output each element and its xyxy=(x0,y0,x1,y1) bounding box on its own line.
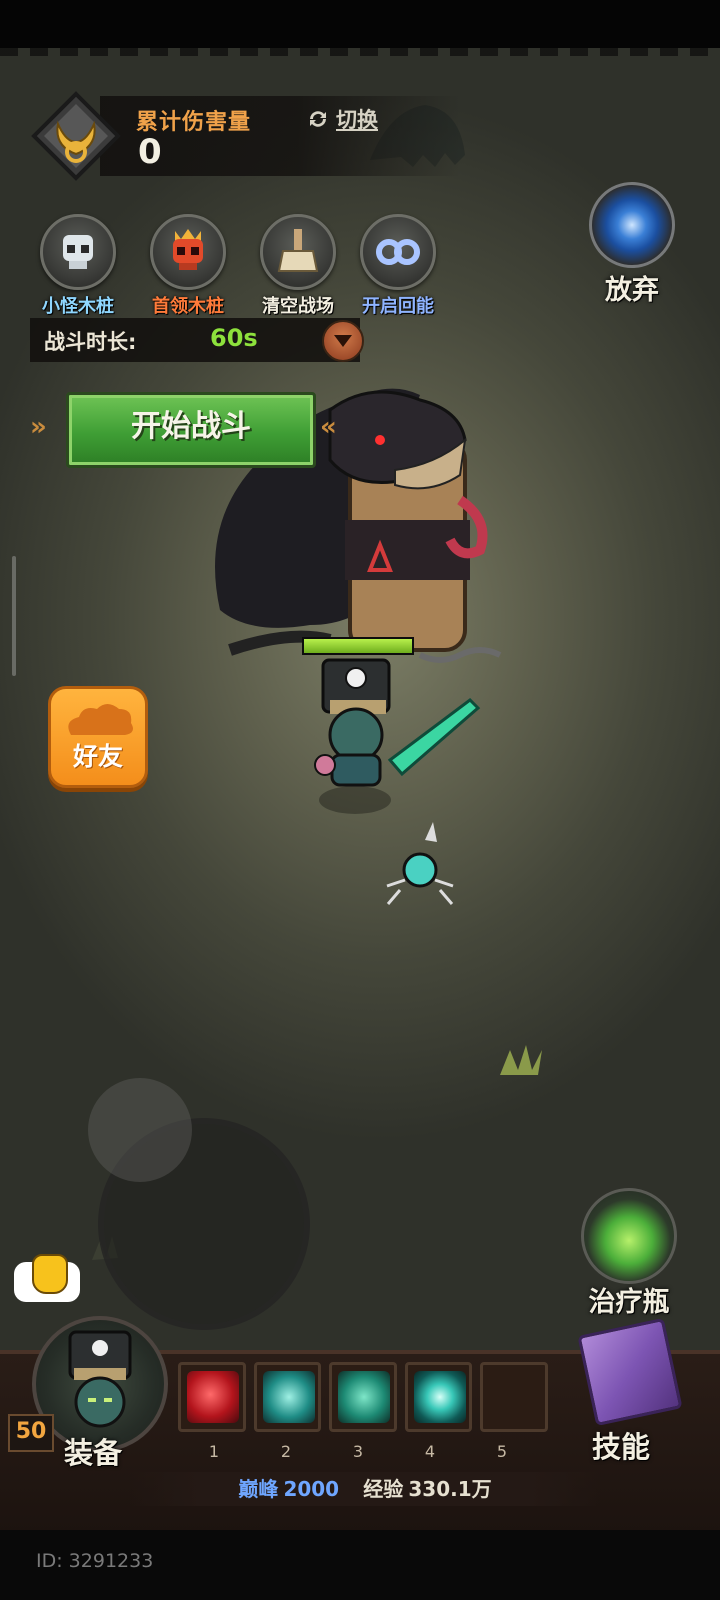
refresh-icon xyxy=(310,111,326,127)
boss-dummy-button[interactable]: 首领木桩 xyxy=(148,214,228,318)
rank-exp-bar: 巅峰 2000 经验 330.1万 xyxy=(130,1472,600,1506)
skill-slot-numbers: 1 2 3 4 5 xyxy=(188,1442,558,1461)
duration-value: 60s xyxy=(210,324,258,352)
emote-button[interactable] xyxy=(14,1254,80,1302)
whirlpool-icon xyxy=(413,1371,466,1423)
game-scene[interactable]: 累计伤害量 0 切换 小怪木桩 首领木桩 清空战场 开启回能 放弃 战斗时长: … xyxy=(0,0,720,1600)
switch-button[interactable]: 切换 xyxy=(306,104,378,134)
scroll-indicator xyxy=(12,556,16,676)
spellbook-icon xyxy=(577,1317,683,1427)
joystick-knob[interactable] xyxy=(88,1078,192,1182)
arrow-right-icon: « xyxy=(320,412,337,442)
blood-drop-icon xyxy=(187,1371,239,1423)
damage-panel: 累计伤害量 0 切换 xyxy=(30,90,460,182)
player-shadow xyxy=(319,786,391,814)
give-up-label: 放弃 xyxy=(605,275,659,306)
broom-icon xyxy=(260,214,336,290)
infinity-icon xyxy=(360,214,436,290)
clear-field-label: 清空战场 xyxy=(262,296,334,317)
peak-value: 2000 xyxy=(283,1477,340,1501)
slot-number: 1 xyxy=(208,1442,220,1461)
friends-button[interactable]: 好友 xyxy=(48,686,148,788)
jade-sword xyxy=(387,698,481,777)
equipment-label: 装备 xyxy=(64,1436,123,1470)
skull-icon xyxy=(40,214,116,290)
skill-slot-5[interactable] xyxy=(480,1362,548,1432)
start-battle-button[interactable]: 开始战斗 xyxy=(66,392,316,468)
duration-dropdown[interactable] xyxy=(322,320,364,362)
boss-health-bar xyxy=(302,637,414,655)
player-body xyxy=(330,753,382,787)
energy-regen-button[interactable]: 开启回能 xyxy=(358,214,438,318)
slot-number: 2 xyxy=(280,1442,292,1461)
minion-dummy-label: 小怪木桩 xyxy=(42,296,114,317)
duration-label: 战斗时长: xyxy=(44,330,137,354)
vortex-icon xyxy=(262,1371,315,1423)
hero-level-badge: 50 xyxy=(8,1414,54,1452)
arrow-left-icon: » xyxy=(30,412,47,442)
damage-value: 0 xyxy=(138,132,162,172)
grass-tuft xyxy=(500,1045,542,1075)
yin-yang-icon xyxy=(345,667,367,689)
minion-dummy-button[interactable]: 小怪木桩 xyxy=(38,214,118,318)
clear-field-button[interactable]: 清空战场 xyxy=(258,214,338,318)
friends-label: 好友 xyxy=(72,742,123,771)
skill-slot-1[interactable] xyxy=(178,1362,246,1432)
boss-health-fill xyxy=(304,639,412,653)
skill-slot-4[interactable] xyxy=(404,1362,473,1432)
skills-button[interactable]: 技能 xyxy=(560,1310,700,1464)
horn-emblem-icon xyxy=(31,91,121,181)
minion-spider xyxy=(402,852,438,888)
peak-label: 巅峰 xyxy=(238,1477,279,1501)
player-id: ID: 3291233 xyxy=(36,1550,154,1572)
heal-potion-button[interactable]: 治疗瓶 xyxy=(574,1188,684,1319)
exp-value: 330.1万 xyxy=(408,1477,492,1501)
skill-slots xyxy=(178,1362,548,1442)
hero-avatar xyxy=(68,1330,132,1428)
cat-face-icon xyxy=(32,1254,68,1294)
give-up-button[interactable]: 放弃 xyxy=(588,182,676,307)
boss-eye xyxy=(375,435,385,445)
skill-slot-3[interactable] xyxy=(329,1362,397,1432)
player-face xyxy=(328,707,384,763)
exp-label: 经验 xyxy=(363,1477,404,1501)
slot-number: 3 xyxy=(352,1442,364,1461)
energy-regen-label: 开启回能 xyxy=(362,296,434,317)
slot-number: 5 xyxy=(496,1442,508,1461)
player-weapon-orb xyxy=(314,754,336,776)
potion-icon xyxy=(581,1188,677,1284)
boss-dummy-label: 首领木桩 xyxy=(152,296,224,317)
minion-horn xyxy=(425,822,437,842)
switch-label: 切换 xyxy=(336,108,378,132)
wave-icon xyxy=(338,1371,391,1423)
slot-number: 4 xyxy=(424,1442,436,1461)
skill-slot-2[interactable] xyxy=(253,1362,322,1432)
crowned-skull-icon xyxy=(150,214,226,290)
battle-duration: 战斗时长: 60s xyxy=(30,318,364,362)
skills-label: 技能 xyxy=(592,1430,651,1464)
portal-icon xyxy=(589,182,675,268)
